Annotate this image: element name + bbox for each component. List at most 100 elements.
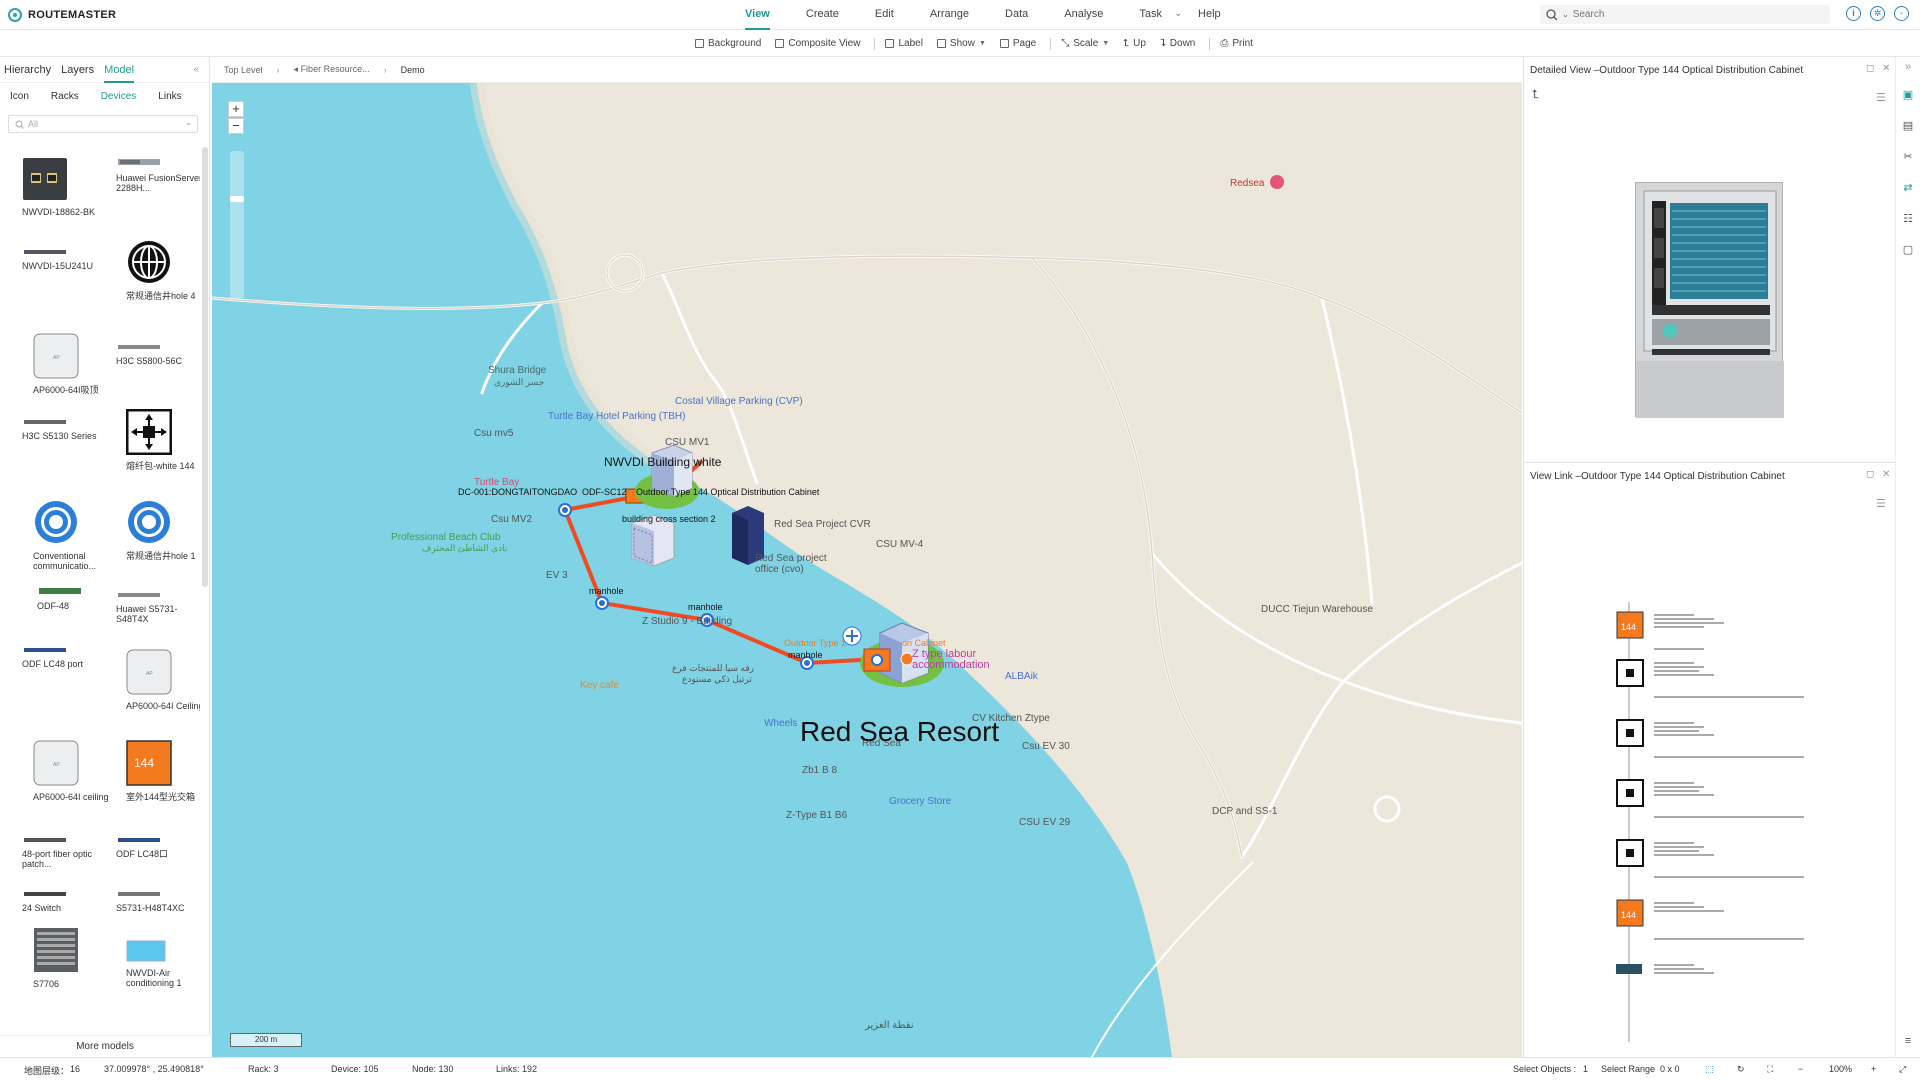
subtab-racks[interactable]: Racks	[51, 91, 79, 102]
device-item[interactable]: Conventional communicatio...	[33, 499, 123, 571]
settings-list-icon[interactable]: ☷	[1902, 213, 1914, 225]
menu-view[interactable]: View	[745, 0, 770, 30]
zoom-in-icon[interactable]: +	[1871, 1064, 1876, 1074]
device-map-label[interactable]: Z type labour accommodation	[912, 649, 1022, 671]
label-button[interactable]: Label	[885, 38, 923, 49]
device-item[interactable]: 48-port fiber optic patch...	[22, 835, 112, 869]
device-map-label[interactable]: on Cabinet	[902, 638, 946, 648]
poi-label[interactable]: Turtle Bay Hotel Parking (TBH)	[548, 411, 685, 422]
device-item[interactable]: Huawei S5731-S48T4X	[116, 590, 200, 624]
poi-label[interactable]: Zb1 B 8	[802, 765, 837, 776]
breadcrumb-demo[interactable]: Demo	[401, 65, 425, 75]
device-item[interactable]: ODF LC48口	[116, 835, 200, 859]
menu-create[interactable]: Create	[806, 0, 839, 30]
poi-label[interactable]: Csu mv5	[474, 428, 513, 439]
subtab-links[interactable]: Links	[158, 91, 181, 102]
device-item[interactable]: AP AP6000-64I Ceiling	[126, 649, 200, 711]
poi-label[interactable]: CSU EV 29	[1019, 817, 1070, 828]
poi-label[interactable]: رفه سيا للمنتجات فرع	[672, 663, 754, 674]
document-icon[interactable]: ▤	[1902, 120, 1914, 132]
zoom-out-icon[interactable]: −	[1798, 1064, 1803, 1074]
zoom-slider-track[interactable]	[230, 151, 244, 299]
search-box[interactable]: ⌄	[1540, 5, 1830, 24]
breadcrumb-top-level[interactable]: Top Level	[224, 65, 263, 75]
menu-analyse[interactable]: Analyse	[1064, 0, 1103, 30]
device-item[interactable]: S5731-H48T4XC	[116, 889, 200, 913]
poi-label[interactable]: Red Sea Project CVR	[774, 519, 871, 530]
device-item[interactable]: Huawei FusionServer 2288H...	[116, 157, 200, 193]
zoom-level[interactable]: 100%	[1829, 1064, 1852, 1074]
poi-label[interactable]: DCP and SS-1	[1212, 806, 1277, 817]
poi-label[interactable]: Costal Village Parking (CVP)	[675, 396, 803, 407]
poi-label[interactable]: DUCC Tiejun Warehouse	[1261, 604, 1373, 615]
print-button[interactable]: ⎙ Print	[1220, 38, 1253, 49]
list-settings-icon[interactable]: ☰	[1876, 91, 1886, 104]
poi-label[interactable]: Red Sea project office (cvo)	[755, 553, 845, 575]
device-filter-select[interactable]: All ⌄	[8, 115, 198, 133]
device-item[interactable]: 常规通信井hole 4	[126, 239, 200, 301]
device-map-label[interactable]: Outdoor Type 144 Optical Distribution Ca…	[636, 487, 819, 497]
device-item[interactable]: H3C S5800-56C	[116, 342, 200, 366]
up-level-icon[interactable]: ⮤	[1532, 87, 1539, 102]
poi-label[interactable]: Csu MV2	[491, 514, 532, 525]
menu-data[interactable]: Data	[1005, 0, 1028, 30]
expand-right-icon[interactable]: »	[1902, 61, 1914, 73]
menu-icon[interactable]: ≡	[1902, 1035, 1914, 1047]
poi-label[interactable]: CSU MV1	[665, 437, 709, 448]
device-list-scrollbar[interactable]	[202, 147, 208, 587]
down-button[interactable]: ⮧ Down	[1160, 38, 1195, 49]
device-item[interactable]: 熔纤包-white 144	[125, 408, 200, 471]
poi-label[interactable]: Grocery Store	[889, 796, 951, 807]
poi-label[interactable]: Redsea	[1230, 178, 1264, 189]
device-item[interactable]: AP AP6000-64I ceiling	[33, 740, 123, 802]
app-logo[interactable]: ROUTEMASTER	[8, 8, 116, 22]
zoom-out-button[interactable]: −	[228, 118, 244, 134]
poi-label[interactable]: Z Studio 9 - Building	[642, 616, 732, 627]
poi-label[interactable]: ترتيل ذكي مستودع	[682, 674, 752, 685]
poi-label[interactable]: جسر الشورى	[494, 377, 544, 388]
pointer-mode-icon[interactable]: ⬚	[1705, 1064, 1714, 1075]
device-item[interactable]: NWVDI-15U241U	[22, 247, 112, 271]
maximize-icon[interactable]: ◻	[1866, 469, 1874, 480]
menu-help[interactable]: Help	[1198, 0, 1221, 30]
close-icon[interactable]: ✕	[1882, 469, 1890, 480]
tab-hierarchy[interactable]: Hierarchy	[4, 57, 51, 83]
detail-view-icon[interactable]: ▣	[1902, 89, 1914, 101]
more-models-button[interactable]: More models	[0, 1035, 210, 1057]
fullscreen-icon[interactable]: ⤢	[1899, 1064, 1906, 1075]
poi-label[interactable]: EV 3	[546, 570, 568, 581]
fit-view-icon[interactable]: ⛶	[1767, 1064, 1773, 1075]
subtab-devices[interactable]: Devices	[101, 91, 137, 102]
poi-label[interactable]: نقطة الغزير	[865, 1020, 914, 1031]
poi-label[interactable]: Csu EV 30	[1022, 741, 1070, 752]
poi-label[interactable]: Professional Beach Club	[391, 532, 501, 543]
poi-label[interactable]: Shura Bridge	[488, 365, 546, 376]
cabinet-detail-view[interactable]	[1635, 182, 1784, 418]
device-map-label[interactable]: Outdoor Type 1	[784, 638, 846, 648]
up-button[interactable]: ⮤ Up	[1123, 38, 1146, 49]
composite-view-button[interactable]: Composite View	[775, 38, 860, 49]
poi-label[interactable]: نادي الشاطئ المحترف	[422, 543, 507, 554]
close-icon[interactable]: ✕	[1882, 63, 1890, 74]
device-item[interactable]: ODF-48	[37, 587, 127, 611]
menu-edit[interactable]: Edit	[875, 0, 894, 30]
device-map-label[interactable]: manhole	[589, 586, 624, 596]
tab-layers[interactable]: Layers	[61, 57, 94, 83]
subtab-icon[interactable]: Icon	[10, 91, 29, 102]
map-canvas[interactable]: Redsea Shura Bridge جسر الشورى Turtle Ba…	[212, 83, 1522, 1057]
tab-model[interactable]: Model	[104, 57, 135, 83]
show-dropdown[interactable]: Show ▼	[936, 38, 986, 49]
poi-label[interactable]: ALBAik	[1005, 671, 1038, 682]
poi-label[interactable]: CSU MV-4	[876, 539, 923, 550]
poi-label[interactable]: Z-Type B1 B6	[786, 810, 847, 821]
page-button[interactable]: Page	[999, 38, 1036, 49]
search-dropdown-icon[interactable]: ⌄	[1562, 10, 1569, 19]
poi-label[interactable]: Key cafe	[580, 680, 619, 691]
menu-arrange[interactable]: Arrange	[930, 0, 969, 30]
device-map-label[interactable]: ODF-SC12	[582, 487, 627, 497]
collapse-panel-icon[interactable]: «	[193, 64, 199, 75]
breadcrumb-fiber-resource[interactable]: ◂ Fiber Resource...	[294, 64, 370, 75]
info-icon[interactable]: i	[1846, 6, 1861, 21]
menu-expand-icon[interactable]: ⌄	[1174, 8, 1182, 19]
device-map-label[interactable]: NWVDI Building white	[604, 455, 721, 469]
